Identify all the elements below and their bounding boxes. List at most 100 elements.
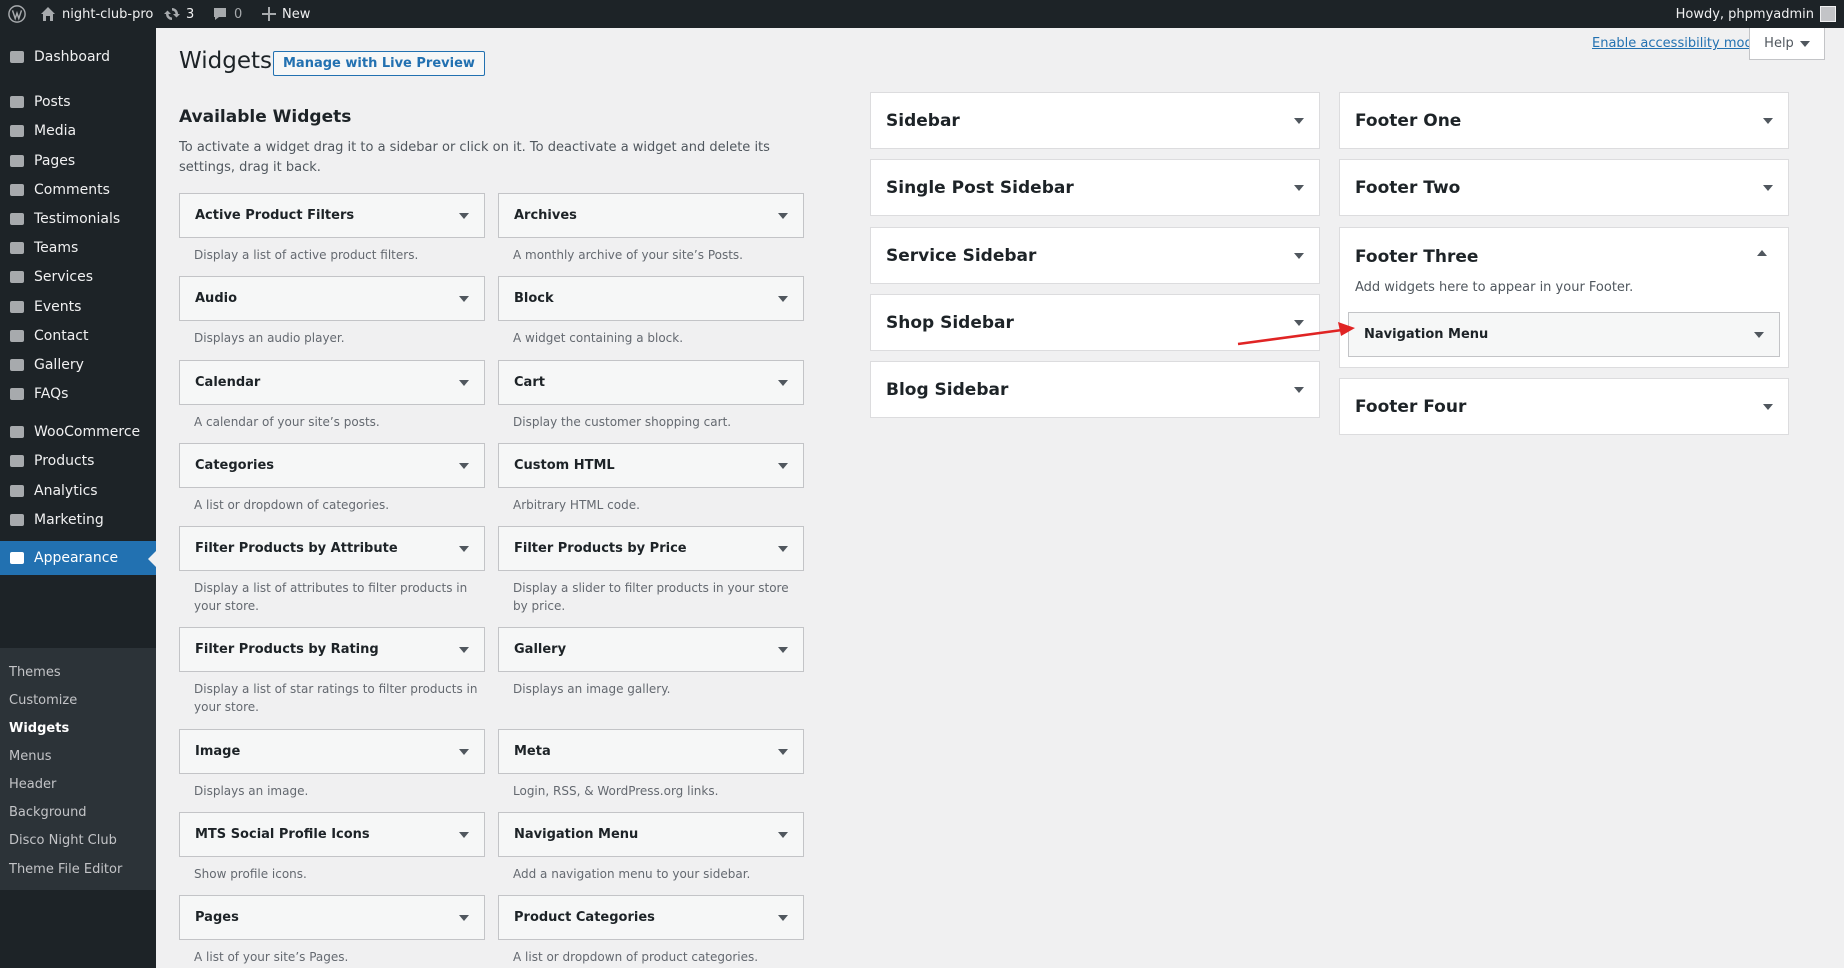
menu-item-faqs[interactable]: FAQs xyxy=(0,377,156,411)
help-button[interactable]: Help xyxy=(1749,28,1825,60)
menu-item-dashboard[interactable]: Dashboard xyxy=(0,40,156,74)
widget-area-single-post-sidebar[interactable]: Single Post Sidebar xyxy=(870,159,1320,216)
footer-three-navigation-menu-widget[interactable]: Navigation Menu xyxy=(1348,312,1780,357)
wordpress-logo-icon[interactable] xyxy=(8,0,26,28)
widget-archives[interactable]: Archives xyxy=(498,193,804,238)
widget-filter-products-by-rating[interactable]: Filter Products by Rating xyxy=(179,627,485,672)
widget-active-product-filters[interactable]: Active Product Filters xyxy=(179,193,485,238)
widget-description: A calendar of your site’s posts. xyxy=(194,415,380,429)
caret-down-icon[interactable] xyxy=(778,462,788,469)
caret-down-icon[interactable] xyxy=(459,545,469,552)
caret-down-icon[interactable] xyxy=(459,831,469,838)
caret-down-icon[interactable] xyxy=(1294,184,1304,191)
widget-area-footer-one[interactable]: Footer One xyxy=(1339,92,1789,149)
caret-down-icon[interactable] xyxy=(1294,117,1304,124)
caret-down-icon[interactable] xyxy=(459,379,469,386)
submenu-item-background[interactable]: Background xyxy=(9,805,87,820)
widget-area-footer-three[interactable]: Footer Three Add widgets here to appear … xyxy=(1339,227,1789,368)
widget-product-categories[interactable]: Product Categories xyxy=(498,895,804,940)
submenu-item-customize[interactable]: Customize xyxy=(9,693,77,708)
caret-down-icon[interactable] xyxy=(459,748,469,755)
manage-live-preview-button[interactable]: Manage with Live Preview xyxy=(273,51,485,76)
caret-down-icon[interactable] xyxy=(778,379,788,386)
caret-down-icon[interactable] xyxy=(1754,331,1764,338)
updates-link[interactable]: 3 xyxy=(164,0,194,28)
submenu-item-themes[interactable]: Themes xyxy=(9,665,61,680)
caret-down-icon[interactable] xyxy=(1294,386,1304,393)
submenu-item-disco-night-club[interactable]: Disco Night Club xyxy=(9,833,117,848)
widget-audio[interactable]: Audio xyxy=(179,276,485,321)
brush-icon xyxy=(0,541,34,575)
widget-title: Calendar xyxy=(195,375,261,390)
widget-description: Display a list of attributes to filter p… xyxy=(194,581,468,613)
caret-down-icon[interactable] xyxy=(1763,403,1773,410)
caret-down-icon[interactable] xyxy=(1763,184,1773,191)
updates-count: 3 xyxy=(186,6,195,22)
site-name-link[interactable]: night-club-pro xyxy=(40,0,153,28)
comments-link[interactable]: 0 xyxy=(212,0,242,28)
caret-down-icon[interactable] xyxy=(1294,252,1304,259)
widget-area-footer-four[interactable]: Footer Four xyxy=(1339,378,1789,435)
widget-image[interactable]: Image xyxy=(179,729,485,774)
widget-area-blog-sidebar[interactable]: Blog Sidebar xyxy=(870,361,1320,418)
new-content-link[interactable]: New xyxy=(262,0,310,28)
menu-item-label: Appearance xyxy=(34,550,119,566)
caret-down-icon[interactable] xyxy=(778,831,788,838)
widget-filter-products-by-attribute[interactable]: Filter Products by Attribute xyxy=(179,526,485,571)
menu-item-label: Posts xyxy=(34,94,71,110)
accessibility-mode-link[interactable]: Enable accessibility mode xyxy=(1592,36,1761,51)
my-account-link[interactable]: Howdy, phpmyadmin xyxy=(1676,0,1836,28)
widget-navigation-menu[interactable]: Navigation Menu xyxy=(498,812,804,857)
menu-item-products[interactable]: Products xyxy=(0,444,156,478)
caret-down-icon[interactable] xyxy=(778,212,788,219)
caret-down-icon[interactable] xyxy=(459,462,469,469)
widget-area-title: Footer Two xyxy=(1355,177,1461,198)
menu-item-marketing[interactable]: Marketing xyxy=(0,503,156,537)
widget-area-title: Blog Sidebar xyxy=(886,379,1009,400)
caret-down-icon[interactable] xyxy=(778,646,788,653)
caret-down-icon[interactable] xyxy=(778,545,788,552)
widget-filter-products-by-price[interactable]: Filter Products by Price xyxy=(498,526,804,571)
widget-title: Audio xyxy=(195,291,238,306)
widget-block[interactable]: Block xyxy=(498,276,804,321)
widget-meta[interactable]: Meta xyxy=(498,729,804,774)
widget-title: Filter Products by Attribute xyxy=(195,541,398,556)
caret-down-icon[interactable] xyxy=(459,212,469,219)
widget-area-footer-two[interactable]: Footer Two xyxy=(1339,159,1789,216)
caret-up-icon[interactable] xyxy=(1757,250,1767,256)
caret-down-icon[interactable] xyxy=(778,914,788,921)
widget-description: Display a list of active product filters… xyxy=(194,248,419,262)
widget-description: Displays an image. xyxy=(194,784,309,798)
widget-mts-social-profile-icons[interactable]: MTS Social Profile Icons xyxy=(179,812,485,857)
submenu-item-menus[interactable]: Menus xyxy=(9,749,51,764)
widget-custom-html[interactable]: Custom HTML xyxy=(498,443,804,488)
widget-description: A monthly archive of your site’s Posts. xyxy=(513,248,743,262)
caret-down-icon[interactable] xyxy=(459,914,469,921)
submenu-item-widgets[interactable]: Widgets xyxy=(9,721,69,736)
widget-calendar[interactable]: Calendar xyxy=(179,360,485,405)
products-icon xyxy=(0,444,34,478)
widget-gallery[interactable]: Gallery xyxy=(498,627,804,672)
widget-title: Navigation Menu xyxy=(1364,327,1489,342)
menu-item-media[interactable]: Media xyxy=(0,114,156,148)
widget-title: Navigation Menu xyxy=(514,827,639,842)
caret-down-icon[interactable] xyxy=(778,295,788,302)
menu-item-services[interactable]: Services xyxy=(0,260,156,294)
widget-categories[interactable]: Categories xyxy=(179,443,485,488)
submenu-item-header[interactable]: Header xyxy=(9,777,56,792)
menu-item-appearance[interactable]: Appearance xyxy=(0,541,156,575)
widget-area-title: Footer One xyxy=(1355,110,1462,131)
menu-item-label: Events xyxy=(34,299,82,315)
caret-down-icon[interactable] xyxy=(778,748,788,755)
widget-description: A list or dropdown of categories. xyxy=(194,498,390,512)
submenu-item-theme-file-editor[interactable]: Theme File Editor xyxy=(9,862,122,877)
widget-description: Displays an image gallery. xyxy=(513,682,671,696)
widget-cart[interactable]: Cart xyxy=(498,360,804,405)
caret-down-icon[interactable] xyxy=(459,295,469,302)
widget-area-service-sidebar[interactable]: Service Sidebar xyxy=(870,227,1320,284)
widget-area-sidebar[interactable]: Sidebar xyxy=(870,92,1320,149)
widget-pages[interactable]: Pages xyxy=(179,895,485,940)
caret-down-icon[interactable] xyxy=(1763,117,1773,124)
menu-item-label: Services xyxy=(34,269,94,285)
caret-down-icon[interactable] xyxy=(459,646,469,653)
